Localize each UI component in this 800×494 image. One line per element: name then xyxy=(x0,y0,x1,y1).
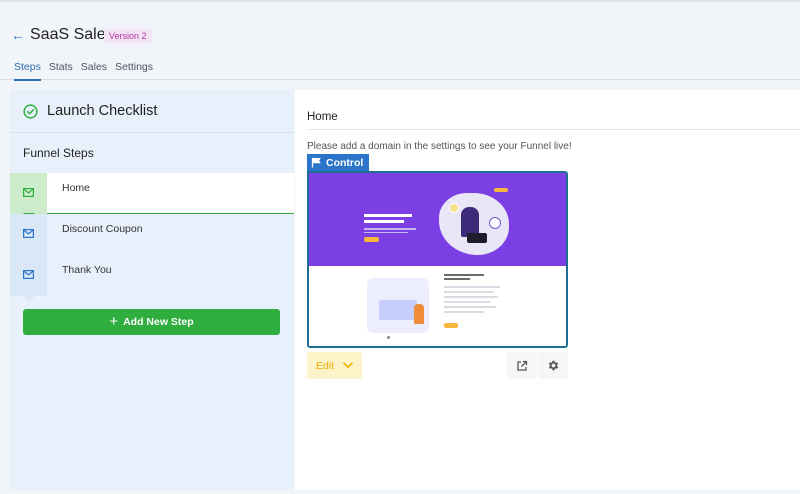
funnel-step-discount-coupon[interactable]: Discount Coupon xyxy=(10,214,294,261)
version-badge: Version 2 xyxy=(104,29,152,43)
preview-feature-section xyxy=(309,266,566,346)
step-label: Home xyxy=(62,182,91,194)
funnel-sidebar: Launch Checklist Funnel Steps Home Disco… xyxy=(10,90,294,490)
funnel-step-home[interactable]: Home xyxy=(10,173,294,219)
open-page-button[interactable] xyxy=(507,352,537,379)
funnel-steps-title: Funnel Steps xyxy=(23,146,94,160)
mail-icon xyxy=(23,270,34,279)
add-new-step-button[interactable]: + Add New Step xyxy=(23,309,280,335)
step-icon-box xyxy=(10,214,47,255)
step-label: Discount Coupon xyxy=(62,223,143,235)
step-icon-box xyxy=(10,173,47,214)
preview-heading-block xyxy=(364,214,424,233)
step-label: Thank You xyxy=(62,264,112,276)
edit-label: Edit xyxy=(315,359,335,372)
step-title: Home xyxy=(307,111,338,123)
step-connector xyxy=(23,296,35,302)
tab-settings[interactable]: Settings xyxy=(115,61,153,81)
control-label: Control xyxy=(326,156,364,169)
tab-stats[interactable]: Stats xyxy=(49,61,73,81)
launch-checklist[interactable]: Launch Checklist xyxy=(10,90,294,133)
tab-steps[interactable]: Steps xyxy=(14,61,41,81)
preview-hero xyxy=(309,173,566,266)
preview-saas-figure xyxy=(414,304,424,324)
step-detail-panel: Home Please add a domain in the settings… xyxy=(295,90,800,490)
preview-saas-panel xyxy=(379,300,417,320)
page-header: ← SaaS Sales Version 2 Steps Stats Sales… xyxy=(0,2,800,81)
page-title: SaaS Sales xyxy=(30,26,114,43)
checklist-title: Launch Checklist xyxy=(47,103,158,119)
lightbulb-icon xyxy=(449,203,459,213)
edit-page-button[interactable]: Edit xyxy=(307,352,362,379)
preview-feature-cta xyxy=(444,323,458,328)
funnel-step-thank-you[interactable]: Thank You xyxy=(10,255,294,302)
preview-cta xyxy=(364,237,379,242)
preview-carousel-dot xyxy=(387,336,390,339)
mail-icon xyxy=(23,229,34,238)
preview-nav-button xyxy=(494,188,508,192)
divider xyxy=(307,129,800,130)
chevron-down-icon xyxy=(343,362,353,368)
preview-check-icon xyxy=(489,217,501,229)
control-variant-tag: Control xyxy=(307,154,370,171)
page-settings-button[interactable] xyxy=(538,352,568,379)
mail-icon xyxy=(23,188,34,197)
step-icon-box xyxy=(10,255,47,296)
check-circle-icon xyxy=(23,104,38,119)
preview-laptop xyxy=(467,233,487,243)
preview-feature-heading xyxy=(444,274,504,280)
tab-bar: Steps Stats Sales Settings xyxy=(14,61,153,81)
add-new-step-label: Add New Step xyxy=(123,316,194,328)
preview-feature-text xyxy=(444,286,502,316)
plus-icon: + xyxy=(109,313,119,330)
flag-icon xyxy=(311,157,321,168)
domain-notice: Please add a domain in the settings to s… xyxy=(307,141,572,152)
tab-sales[interactable]: Sales xyxy=(81,61,107,81)
gear-icon xyxy=(548,360,558,371)
external-link-icon xyxy=(517,360,528,371)
arrow-left-icon[interactable]: ← xyxy=(11,28,25,42)
page-preview-thumbnail[interactable] xyxy=(307,171,568,348)
